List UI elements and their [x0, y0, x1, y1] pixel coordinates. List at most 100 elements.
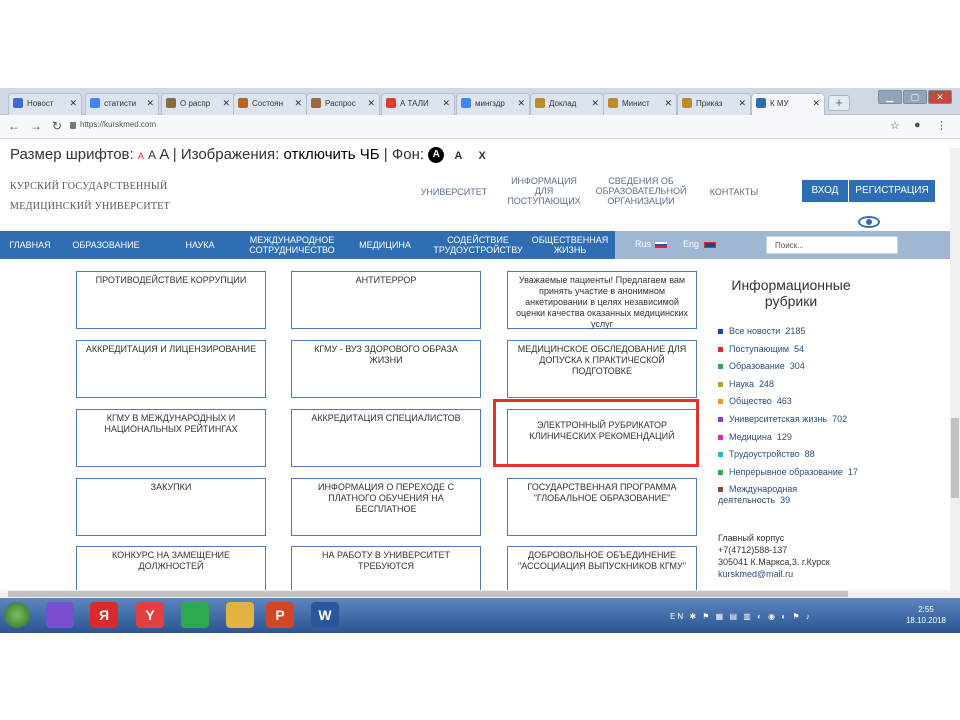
horizontal-scroll-thumb[interactable]	[8, 591, 848, 597]
rubric-item[interactable]: Поступающим 54	[718, 344, 804, 354]
register-button[interactable]: РЕГИСТРАЦИЯ	[849, 180, 935, 202]
close-tab-icon[interactable]: ✕	[442, 98, 450, 109]
lang-ru-link[interactable]: Rus	[635, 239, 651, 249]
dark-background-button[interactable]: A	[428, 147, 445, 164]
browser-tab[interactable]: К МУ ✕	[751, 93, 825, 115]
rubric-item[interactable]: Международная деятельность 39	[718, 484, 818, 506]
font-medium-button[interactable]: A	[148, 148, 156, 162]
browser-tab[interactable]: А ТАЛИ ✕	[381, 93, 455, 115]
browser-tab[interactable]: статисти ✕	[85, 93, 159, 115]
nav-item-international[interactable]: МЕЖДУНАРОДНОЕ СОТРУДНИЧЕСТВО	[240, 231, 344, 259]
nav-item-public-life[interactable]: ОБЩЕСТВЕННАЯ ЖИЗНЬ	[528, 231, 612, 259]
browser-tab[interactable]: мингздр ✕	[456, 93, 530, 115]
info-card[interactable]: МЕДИЦИНСКОЕ ОБСЛЕДОВАНИЕ ДЛЯ ДОПУСКА К П…	[507, 340, 697, 398]
close-tab-icon[interactable]: ✕	[222, 98, 230, 109]
info-card[interactable]: ПРОТИВОДЕЙСТВИЕ КОРРУПЦИИ	[76, 271, 266, 329]
input-language[interactable]: EN	[670, 612, 685, 621]
search-input[interactable]: Поиск...	[766, 236, 898, 254]
images-off-button[interactable]: отключить	[283, 146, 355, 163]
rubric-item[interactable]: Трудоустройство 88	[718, 449, 815, 459]
close-tab-icon[interactable]: ✕	[146, 98, 154, 109]
nav-item-main[interactable]: ГЛАВНАЯ	[0, 231, 60, 259]
close-tab-icon[interactable]: ✕	[367, 98, 375, 109]
info-card[interactable]: АНТИТЕРРОР	[291, 271, 481, 329]
contact-email[interactable]: kurskmed@mail.ru	[718, 569, 793, 579]
rubric-item[interactable]: Наука 248	[718, 379, 774, 389]
info-card[interactable]: ИНФОРМАЦИЯ О ПЕРЕХОДЕ С ПЛАТНОГО ОБУЧЕНИ…	[291, 478, 481, 536]
reload-icon[interactable]: ↻	[52, 119, 62, 133]
url-field[interactable]: https://kurskmed.com	[80, 120, 156, 129]
rubric-item[interactable]: Медицина 129	[718, 432, 792, 442]
close-tab-icon[interactable]: ✕	[517, 98, 525, 109]
word-icon[interactable]: W	[311, 602, 339, 628]
rubric-item[interactable]: Все новости 2185	[718, 326, 805, 336]
close-accessibility-button[interactable]: X	[479, 150, 486, 162]
header-link-org-info[interactable]: СВЕДЕНИЯ ОБ ОБРАЗОВАТЕЛЬНОЙ ОРГАНИЗАЦИИ	[590, 176, 692, 206]
nav-item-employment[interactable]: СОДЕЙСТВИЕ ТРУДОУСТРОЙСТВУ	[428, 231, 528, 259]
chrome-icon[interactable]	[181, 602, 209, 628]
folder-icon[interactable]	[226, 602, 254, 628]
taskbar-clock[interactable]: 2:55 18.10.2018	[900, 604, 952, 626]
close-tab-icon[interactable]: ✕	[591, 98, 599, 109]
maximize-button[interactable]: ▢	[903, 90, 927, 104]
browser-tab-label: О распр	[180, 99, 211, 108]
browser-tab[interactable]: О распр ✕	[161, 93, 235, 115]
rubric-item[interactable]: Образование 304	[718, 361, 805, 371]
bw-button[interactable]: ЧБ	[360, 146, 380, 163]
microphone-icon[interactable]	[46, 602, 74, 628]
info-card[interactable]: Уважаемые пациенты! Предлагаем вам приня…	[507, 271, 697, 329]
back-icon[interactable]: ←	[8, 119, 20, 133]
vertical-scroll-thumb[interactable]	[951, 418, 959, 498]
accessibility-bar: Размер шрифтов: A A A | Изображения: отк…	[10, 146, 486, 164]
university-logo-line1[interactable]: КУРСКИЙ ГОСУДАРСТВЕННЫЙ	[10, 181, 168, 192]
rubric-count: 2185	[785, 326, 806, 336]
yandex-icon[interactable]: Я	[90, 602, 118, 628]
rubric-item[interactable]: Непрерывное образование 17	[718, 467, 858, 477]
font-small-button[interactable]: A	[138, 151, 144, 161]
browser-tab[interactable]: Приказ ✕	[677, 93, 751, 115]
forward-icon[interactable]: →	[30, 119, 42, 133]
profile-icon[interactable]: ●	[914, 119, 921, 131]
rubric-item[interactable]: Общество 463	[718, 396, 792, 406]
browser-tab[interactable]: Распрос ✕	[306, 93, 380, 115]
close-tab-icon[interactable]: ✕	[664, 98, 672, 109]
close-window-button[interactable]: ✕	[928, 90, 952, 104]
rubric-item[interactable]: Университетская жизнь 702	[718, 414, 847, 424]
info-card[interactable]: КГМУ - ВУЗ ЗДОРОВОГО ОБРАЗА ЖИЗНИ	[291, 340, 481, 398]
info-card[interactable]: ЗАКУПКИ	[76, 478, 266, 536]
close-tab-icon[interactable]: ✕	[738, 98, 746, 109]
info-card[interactable]: КГМУ В МЕЖДУНАРОДНЫХ И НАЦИОНАЛЬНЫХ РЕЙТ…	[76, 409, 266, 467]
menu-icon[interactable]: ⋮	[936, 119, 947, 132]
nav-item-medicine[interactable]: МЕДИЦИНА	[350, 231, 420, 259]
close-tab-icon[interactable]: ✕	[69, 98, 77, 109]
visually-impaired-eye-icon[interactable]	[858, 216, 880, 228]
yandex-browser-icon[interactable]: Y	[136, 602, 164, 628]
close-tab-icon[interactable]: ✕	[812, 98, 820, 109]
login-button[interactable]: ВХОД	[802, 180, 848, 202]
kgmu-favicon	[756, 98, 766, 108]
university-logo-line2[interactable]: МЕДИЦИНСКИЙ УНИВЕРСИТЕТ	[10, 201, 170, 212]
browser-tab[interactable]: Доклад ✕	[530, 93, 604, 115]
header-link-applicants[interactable]: ИНФОРМАЦИЯ ДЛЯ ПОСТУПАЮЩИХ	[503, 176, 585, 206]
lang-en-link[interactable]: Eng	[683, 239, 699, 249]
info-card[interactable]: АККРЕДИТАЦИЯ И ЛИЦЕНЗИРОВАНИЕ	[76, 340, 266, 398]
lock-icon	[70, 122, 76, 129]
close-tab-icon[interactable]: ✕	[294, 98, 302, 109]
nav-item-science[interactable]: НАУКА	[170, 231, 230, 259]
new-tab-button[interactable]: +	[828, 95, 850, 111]
header-link-university[interactable]: УНИВЕРСИТЕТ	[418, 187, 490, 197]
info-card[interactable]: АККРЕДИТАЦИЯ СПЕЦИАЛИСТОВ	[291, 409, 481, 467]
powerpoint-icon[interactable]: P	[266, 602, 294, 628]
info-card[interactable]: ГОСУДАРСТВЕННАЯ ПРОГРАММА "ГЛОБАЛЬНОЕ ОБ…	[507, 478, 697, 536]
browser-tab[interactable]: Новост ✕	[8, 93, 82, 115]
bookmark-star-icon[interactable]: ☆	[890, 119, 900, 132]
start-button[interactable]	[4, 602, 30, 628]
header-link-contacts[interactable]: КОНТАКТЫ	[703, 187, 765, 197]
browser-tab[interactable]: Минист ✕	[603, 93, 677, 115]
minimize-button[interactable]: ▁	[878, 90, 902, 104]
nav-item-education[interactable]: ОБРАЗОВАНИЕ	[62, 231, 150, 259]
browser-tab[interactable]: Состоян ✕	[233, 93, 307, 115]
font-large-button[interactable]: A	[159, 146, 168, 163]
light-background-button[interactable]: A	[454, 150, 462, 162]
vertical-scrollbar[interactable]	[950, 148, 960, 598]
